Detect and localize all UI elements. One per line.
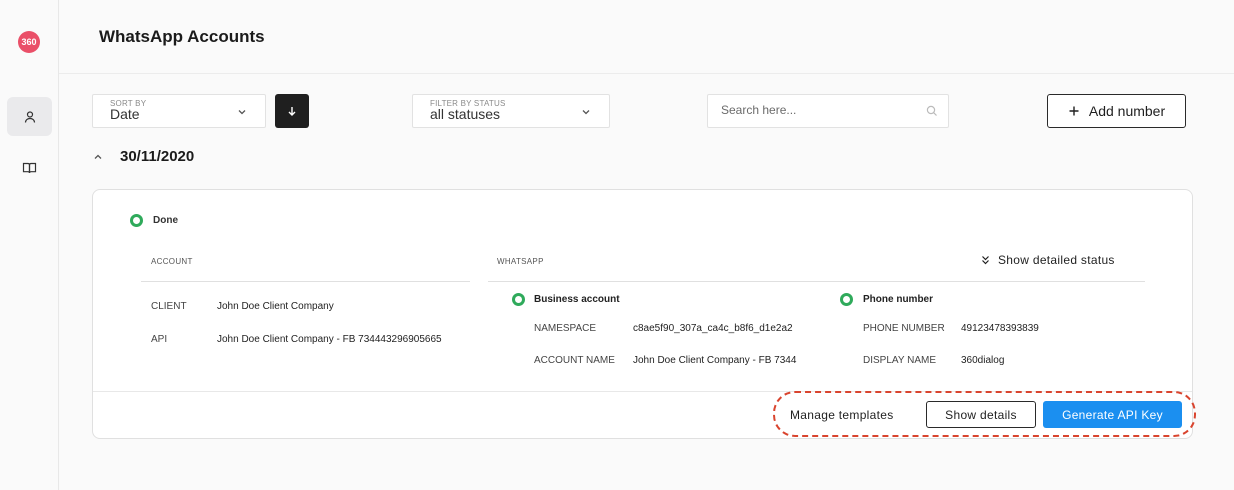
namespace-key: NAMESPACE bbox=[534, 323, 597, 334]
api-value: John Doe Client Company - FB 73444329690… bbox=[217, 334, 442, 345]
display-name-value: 360dialog bbox=[961, 355, 1005, 366]
page-header: WhatsApp Accounts bbox=[59, 0, 1234, 74]
status-text: Done bbox=[153, 215, 178, 226]
chevron-down-icon bbox=[238, 110, 246, 115]
business-status-icon bbox=[512, 293, 525, 306]
arrow-down-icon bbox=[288, 107, 296, 116]
add-number-button[interactable]: Add number bbox=[1047, 94, 1186, 128]
show-detailed-status-label: Show detailed status bbox=[998, 253, 1115, 267]
status-filter-select[interactable]: FILTER BY STATUS all statuses bbox=[412, 94, 610, 128]
sidebar-item-accounts[interactable] bbox=[7, 97, 52, 136]
sort-select[interactable]: SORT BY Date bbox=[92, 94, 266, 128]
account-divider bbox=[141, 281, 470, 282]
book-icon bbox=[22, 162, 37, 173]
sort-direction-button[interactable] bbox=[275, 94, 309, 128]
search-box bbox=[707, 94, 949, 128]
search-input[interactable] bbox=[721, 103, 921, 117]
account-header: ACCOUNT bbox=[151, 257, 193, 266]
logo[interactable]: 360 bbox=[18, 31, 40, 53]
phone-number-key: PHONE NUMBER bbox=[863, 323, 945, 334]
phone-status-icon bbox=[840, 293, 853, 306]
show-detailed-status-toggle[interactable]: Show detailed status bbox=[981, 253, 1115, 267]
account-name-value: John Doe Client Company - FB 7344 bbox=[633, 355, 797, 366]
plus-icon bbox=[1069, 106, 1079, 116]
sidebar-item-docs[interactable] bbox=[7, 148, 52, 187]
whatsapp-header: WHATSAPP bbox=[497, 257, 544, 266]
namespace-value: c8ae5f90_307a_ca4c_b8f6_d1e2a2 bbox=[633, 323, 793, 334]
whatsapp-divider bbox=[488, 281, 1145, 282]
chevron-down-icon bbox=[582, 110, 590, 115]
group-date: 30/11/2020 bbox=[120, 148, 195, 165]
highlight-annotation bbox=[773, 391, 1196, 437]
user-icon bbox=[24, 110, 35, 123]
client-key: CLIENT bbox=[151, 301, 187, 312]
sort-value: Date bbox=[110, 106, 140, 122]
business-account-title: Business account bbox=[534, 294, 620, 305]
logo-text: 360 bbox=[21, 37, 37, 47]
filter-value: all statuses bbox=[430, 106, 501, 122]
search-icon bbox=[926, 105, 937, 116]
display-name-key: DISPLAY NAME bbox=[863, 355, 936, 366]
api-key-label: API bbox=[151, 334, 168, 345]
date-group-header[interactable]: 30/11/2020 bbox=[92, 148, 194, 165]
add-number-label: Add number bbox=[1088, 103, 1166, 119]
page-title: WhatsApp Accounts bbox=[99, 27, 265, 46]
chevron-up-icon bbox=[94, 154, 102, 159]
sidebar: 360 bbox=[0, 0, 59, 490]
double-chevron-down-icon bbox=[982, 256, 989, 265]
client-value: John Doe Client Company bbox=[217, 301, 334, 312]
phone-number-value: 49123478393839 bbox=[961, 323, 1039, 334]
status-done-icon bbox=[130, 214, 143, 227]
phone-number-title: Phone number bbox=[863, 294, 934, 305]
account-name-key: ACCOUNT NAME bbox=[534, 355, 615, 366]
